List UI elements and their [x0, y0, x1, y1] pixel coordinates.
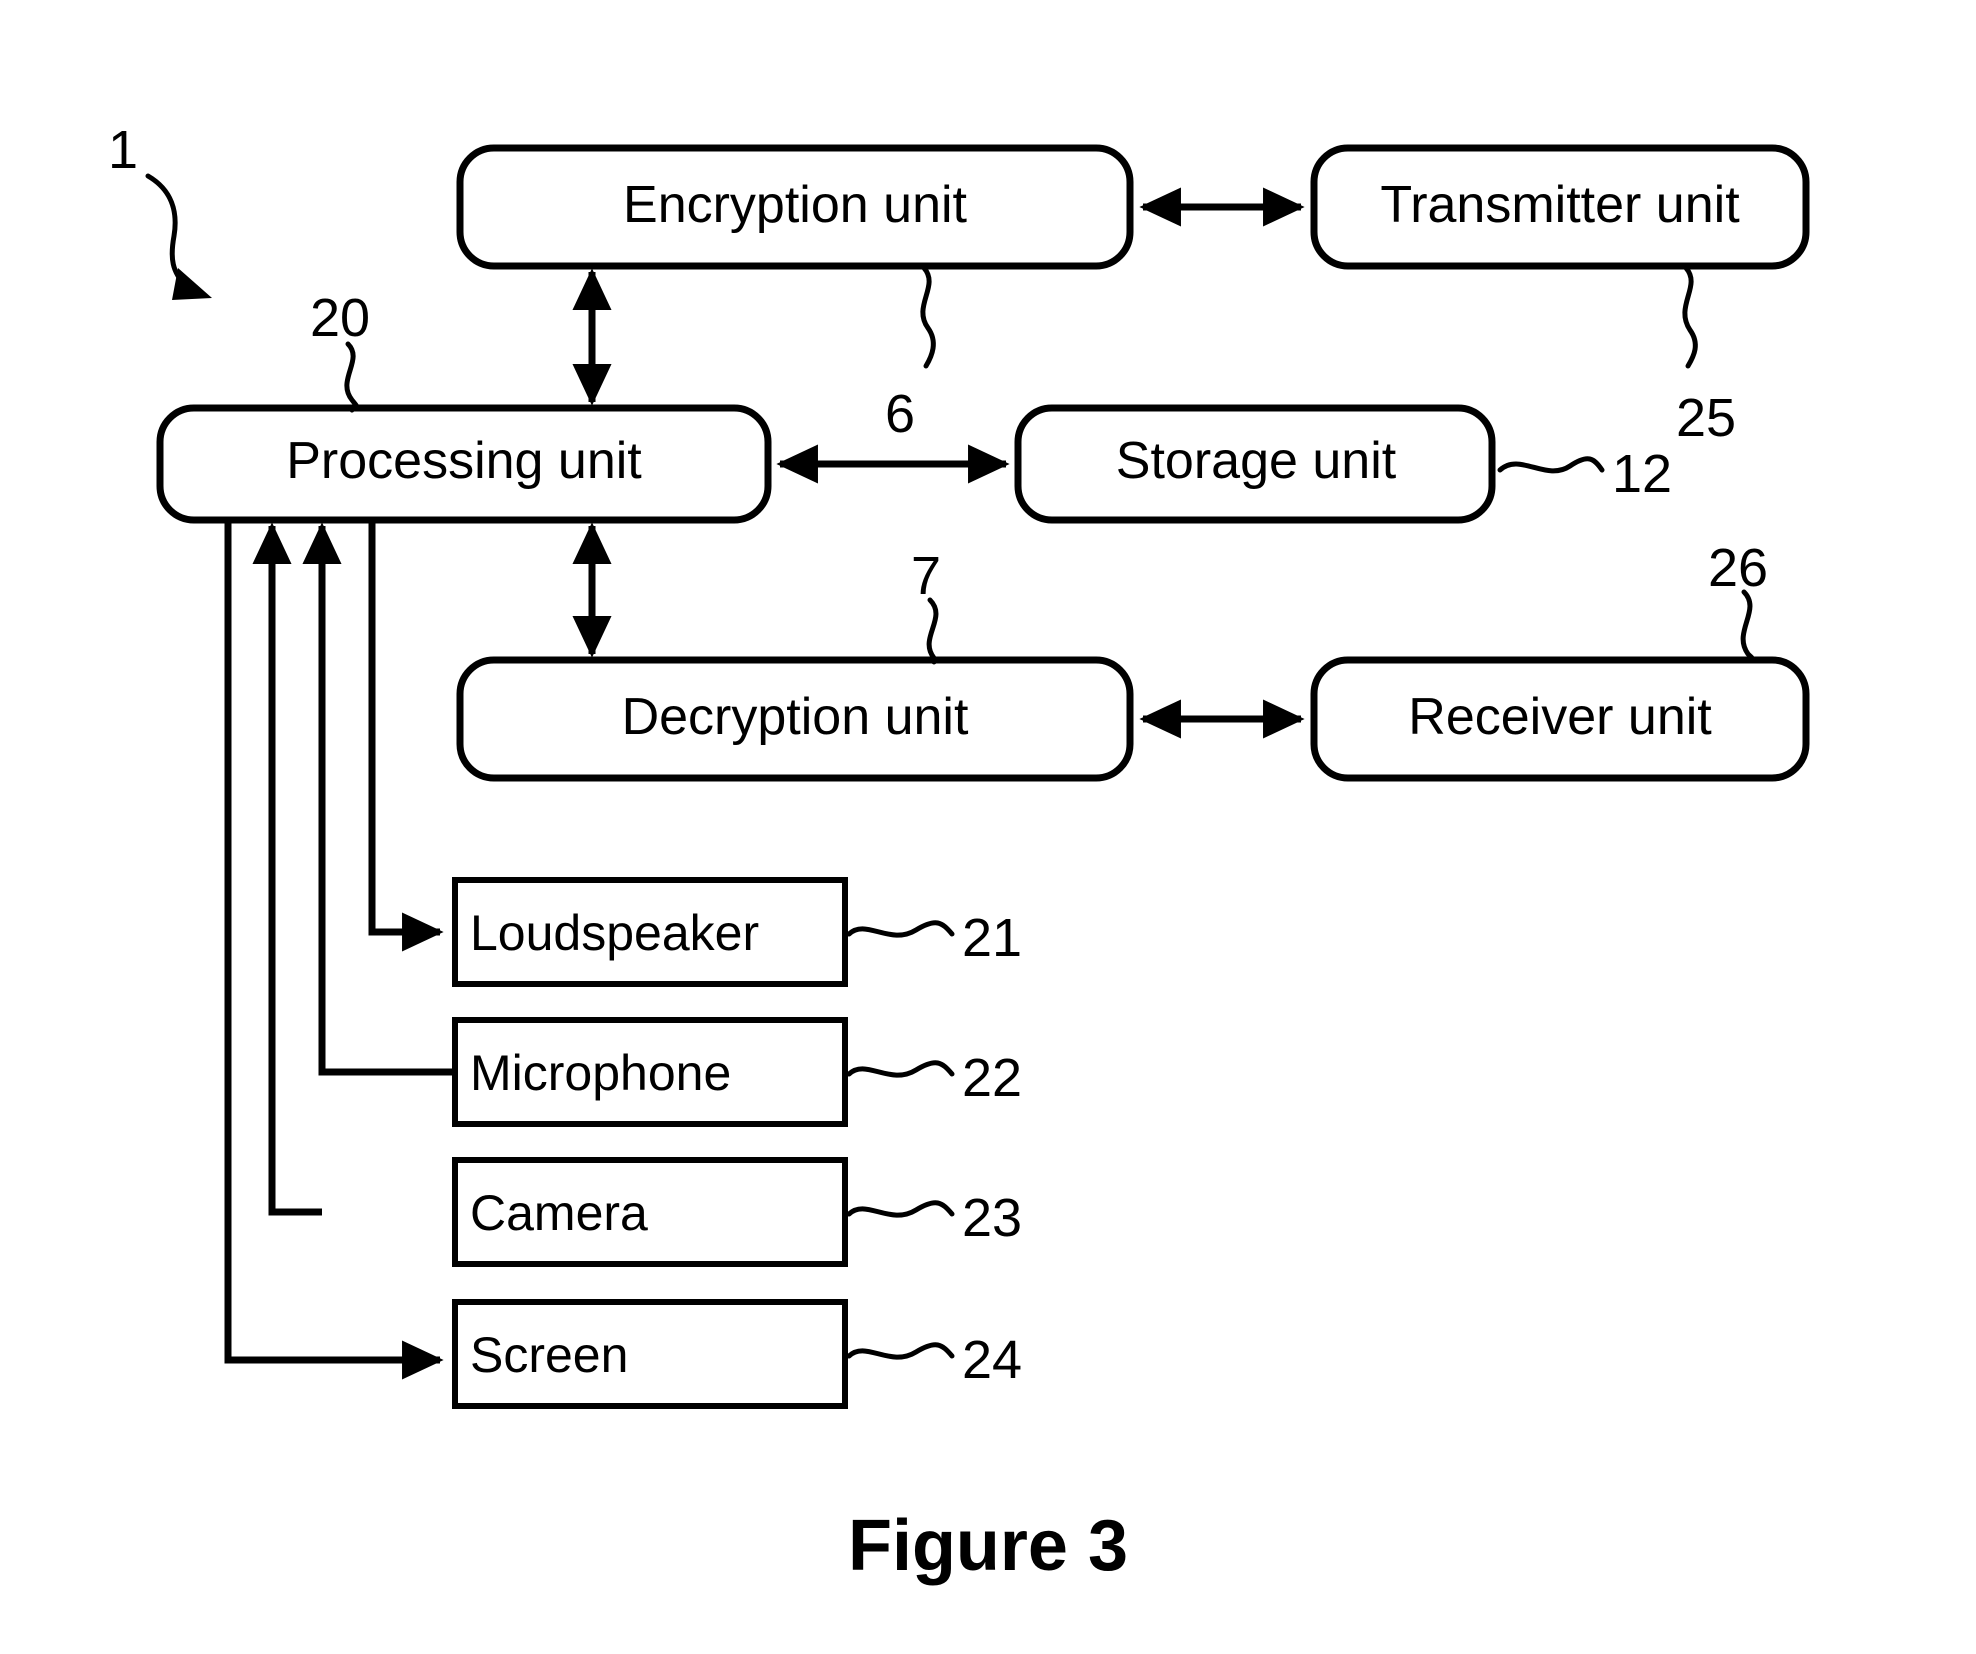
leader-ref-21 [846, 920, 955, 938]
ref-numeral-22: 22 [962, 1048, 1022, 1108]
leader-ref-7 [926, 597, 941, 665]
figure-caption: Figure 3 [848, 1506, 1128, 1586]
ref-numeral-23: 23 [962, 1188, 1022, 1248]
label-screen: Screen [470, 1327, 628, 1383]
label-transmitter-unit: Transmitter unit [1380, 176, 1740, 234]
ref-numeral-20: 20 [310, 288, 370, 348]
bus-processing-to-screen [224, 520, 444, 1380]
label-receiver-unit: Receiver unit [1408, 688, 1712, 746]
ref-numeral-6: 6 [885, 384, 915, 444]
ref-numeral-21: 21 [962, 908, 1022, 968]
ref-numeral-24: 24 [962, 1330, 1022, 1390]
system-ref-arrowhead [172, 268, 212, 300]
ref-numeral-26: 26 [1708, 538, 1768, 598]
leader-ref-20 [344, 341, 360, 413]
leader-ref-25 [1682, 265, 1698, 369]
leader-ref-24 [846, 1342, 955, 1360]
block-diagram-canvas: 1 Encryption unit 6 Transmitter unit 25 … [108, 120, 1810, 1586]
ref-numeral-7: 7 [911, 546, 941, 606]
bus-microphone-to-processing [302, 522, 452, 1076]
label-camera: Camera [470, 1185, 648, 1241]
label-processing-unit: Processing unit [286, 432, 642, 490]
system-ref-leader [145, 173, 189, 289]
label-storage-unit: Storage unit [1116, 432, 1397, 490]
bus-camera-to-processing [252, 522, 322, 1216]
patent-figure-3: 1 Encryption unit 6 Transmitter unit 25 … [0, 0, 1976, 1654]
leader-ref-12 [1497, 456, 1605, 474]
ref-numeral-25: 25 [1676, 388, 1736, 448]
label-loudspeaker: Loudspeaker [470, 905, 759, 961]
leader-ref-26 [1740, 589, 1755, 663]
label-encryption-unit: Encryption unit [623, 176, 968, 234]
leader-ref-22 [846, 1060, 955, 1078]
leader-ref-23 [846, 1200, 955, 1218]
ref-numeral-system: 1 [108, 120, 138, 180]
ref-numeral-12: 12 [1612, 444, 1672, 504]
label-decryption-unit: Decryption unit [622, 688, 969, 746]
leader-ref-6 [920, 265, 936, 369]
bus-processing-to-loudspeaker [368, 520, 444, 952]
label-microphone: Microphone [470, 1045, 731, 1101]
